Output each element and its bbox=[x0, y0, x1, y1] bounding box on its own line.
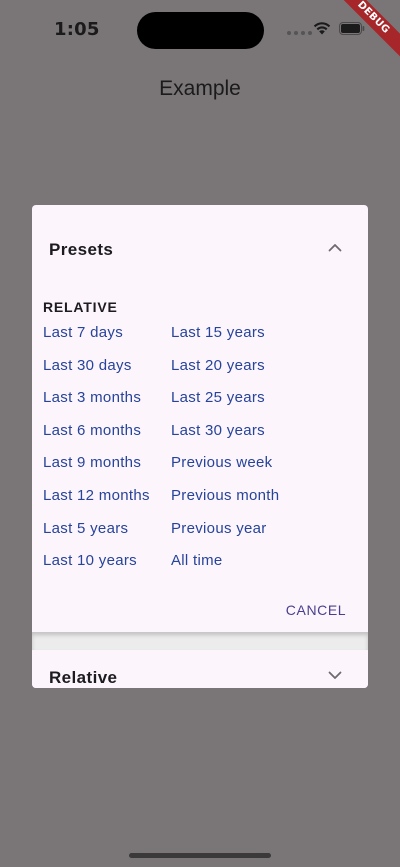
preset-last-7-days[interactable]: Last 7 days bbox=[43, 321, 150, 354]
section-label-relative: RELATIVE bbox=[43, 299, 118, 315]
preset-last-10-years[interactable]: Last 10 years bbox=[43, 549, 150, 582]
home-indicator[interactable] bbox=[129, 853, 271, 858]
preset-last-30-years[interactable]: Last 30 years bbox=[171, 419, 279, 452]
preset-last-3-months[interactable]: Last 3 months bbox=[43, 386, 150, 419]
dynamic-island bbox=[137, 12, 264, 49]
preset-last-9-months[interactable]: Last 9 months bbox=[43, 451, 150, 484]
preset-last-25-years[interactable]: Last 25 years bbox=[171, 386, 279, 419]
app-bar-title: Example bbox=[159, 77, 241, 100]
preset-column-left: Last 7 days Last 30 days Last 3 months L… bbox=[43, 321, 150, 582]
presets-header[interactable]: Presets bbox=[32, 205, 368, 295]
preset-last-15-years[interactable]: Last 15 years bbox=[171, 321, 279, 354]
section-divider bbox=[32, 632, 368, 650]
debug-banner: DEBUG bbox=[340, 0, 400, 60]
date-range-dialog: Presets RELATIVE Last 7 days Last 30 day… bbox=[32, 205, 368, 688]
relative-header[interactable]: Relative bbox=[32, 650, 368, 688]
preset-previous-year[interactable]: Previous year bbox=[171, 517, 279, 550]
preset-column-right: Last 15 years Last 20 years Last 25 year… bbox=[171, 321, 279, 582]
status-time: 1:05 bbox=[54, 19, 100, 40]
signal-icon bbox=[287, 31, 312, 35]
preset-previous-week[interactable]: Previous week bbox=[171, 451, 279, 484]
cancel-button[interactable]: CANCEL bbox=[281, 598, 351, 622]
wifi-icon bbox=[313, 22, 331, 35]
chevron-up-icon[interactable] bbox=[328, 243, 342, 252]
preset-previous-month[interactable]: Previous month bbox=[171, 484, 279, 517]
chevron-down-icon[interactable] bbox=[328, 671, 342, 680]
preset-last-5-years[interactable]: Last 5 years bbox=[43, 517, 150, 550]
preset-last-12-months[interactable]: Last 12 months bbox=[43, 484, 150, 517]
preset-all-time[interactable]: All time bbox=[171, 549, 279, 582]
preset-last-6-months[interactable]: Last 6 months bbox=[43, 419, 150, 452]
preset-last-30-days[interactable]: Last 30 days bbox=[43, 354, 150, 387]
preset-last-20-years[interactable]: Last 20 years bbox=[171, 354, 279, 387]
relative-title: Relative bbox=[49, 668, 118, 687]
debug-label: DEBUG bbox=[340, 0, 400, 60]
presets-title: Presets bbox=[49, 240, 114, 259]
